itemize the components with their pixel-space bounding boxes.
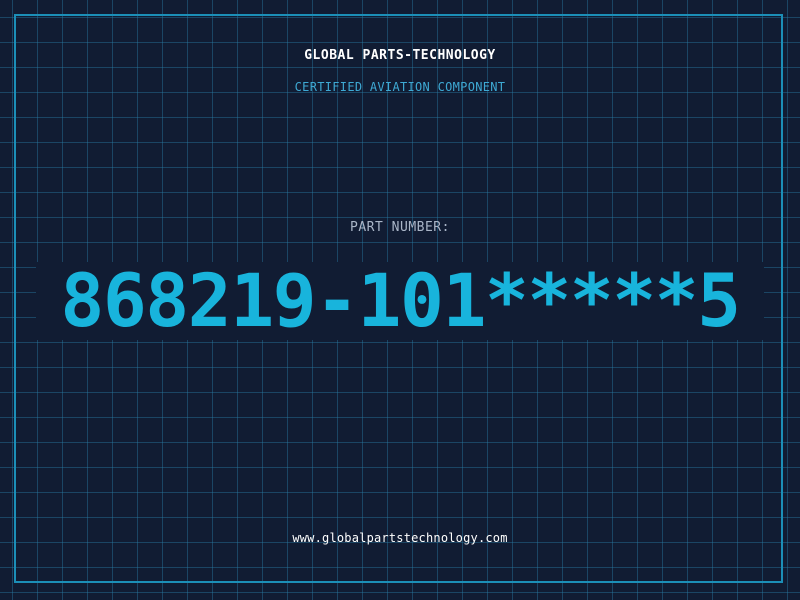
certification-subtitle: CERTIFIED AVIATION COMPONENT — [294, 80, 506, 94]
part-number-value: 868219-101*****5 — [60, 258, 741, 344]
part-number-panel: 868219-101*****5 — [36, 262, 764, 340]
website-url: www.globalpartstechnology.com — [292, 531, 508, 545]
label-canvas: GLOBAL PARTS-TECHNOLOGY CERTIFIED AVIATI… — [0, 0, 800, 600]
company-name: GLOBAL PARTS-TECHNOLOGY — [304, 48, 496, 63]
part-number-label: PART NUMBER: — [350, 220, 450, 235]
